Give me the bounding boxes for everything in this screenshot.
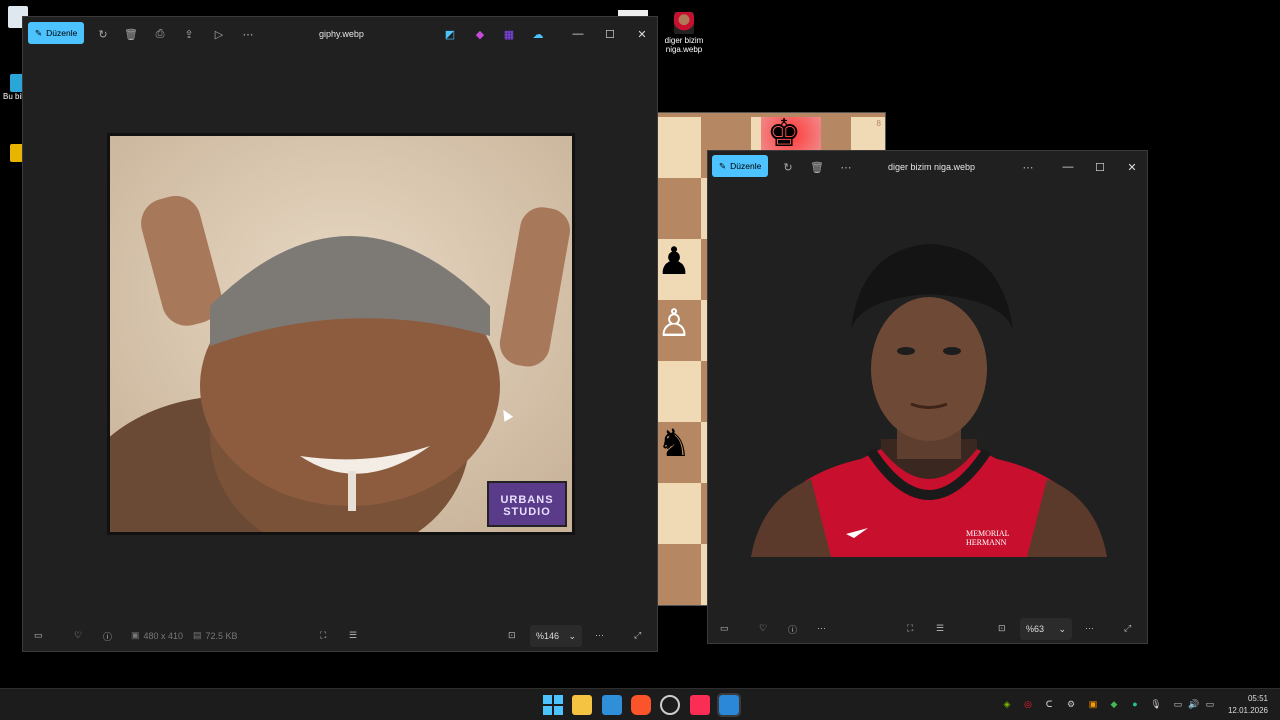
edit-icon: ✎ xyxy=(35,27,43,38)
battery-icon[interactable]: ▭ xyxy=(1204,698,1216,710)
brave-browser-icon[interactable] xyxy=(631,695,651,715)
photos-window-giphy: ✎ Düzenle ↻ 🗑 ⎙ ⇪ ▷ ⋯ giphy.webp ◩ ◆ ▦ ☁… xyxy=(22,16,658,652)
rank-label: 8 xyxy=(876,119,881,128)
rotate-icon[interactable]: ↻ xyxy=(95,26,111,42)
title-bar: ✎ Düzenle ↻ 🗑 ⎙ ⇪ ▷ ⋯ giphy.webp ◩ ◆ ▦ ☁… xyxy=(23,17,657,49)
info-icon[interactable]: ⓘ xyxy=(103,630,112,643)
delete-icon[interactable]: 🗑 xyxy=(123,26,139,42)
file-size: ▤ 72.5 KB xyxy=(193,630,238,641)
fit-window-icon[interactable]: ⊡ xyxy=(508,630,516,641)
fit-window-icon[interactable]: ⊡ xyxy=(998,623,1006,634)
desktop-icon-label: Bu bil xyxy=(2,92,23,101)
black-pawn-icon: ♟ xyxy=(657,241,692,283)
gif-image xyxy=(110,136,572,532)
title-bar: ✎ Düzenle ↻ 🗑 ⋯ diger bizim niga.webp ⋯ … xyxy=(708,151,1147,183)
delete-icon[interactable]: 🗑 xyxy=(809,159,825,175)
photos-app-icon[interactable] xyxy=(602,695,622,715)
desktop-icon-label: diger bizim niga.webp xyxy=(664,36,704,54)
watermark-logo: URBANS STUDIO xyxy=(500,494,554,518)
onedrive-off-icon[interactable]: ☁ xyxy=(530,26,546,42)
text-select-icon[interactable]: ☰ xyxy=(349,630,357,641)
steam-icon[interactable]: ᑕ xyxy=(1043,698,1055,710)
white-pawn-icon: ♙ xyxy=(657,303,692,345)
photos-window-portrait: ✎ Düzenle ↻ 🗑 ⋯ diger bizim niga.webp ⋯ … xyxy=(707,150,1148,644)
edit-button[interactable]: ✎ Düzenle xyxy=(28,22,85,44)
image-viewer: URBANS STUDIO xyxy=(107,133,575,535)
info-icon[interactable]: ⓘ xyxy=(788,623,797,636)
date-text: 12.01.2026 xyxy=(1227,706,1268,715)
copilot-icon[interactable]: ◆ xyxy=(472,26,488,42)
more-icon[interactable]: ⋯ xyxy=(1085,623,1094,634)
face-focus-icon[interactable]: ⛶ xyxy=(907,623,913,634)
more-icon[interactable]: ⋯ xyxy=(817,623,826,634)
fullscreen-icon[interactable]: ⤢ xyxy=(634,630,641,641)
slideshow-icon[interactable]: ▷ xyxy=(211,26,227,42)
chevron-down-icon: ⌄ xyxy=(568,630,576,641)
paint-app-icon[interactable]: ◩ xyxy=(442,26,458,42)
window-title: giphy.webp xyxy=(319,29,364,39)
print-icon[interactable]: ⎙ xyxy=(152,26,168,42)
maximize-icon[interactable]: ☐ xyxy=(602,26,618,42)
black-knight-icon: ♞ xyxy=(657,423,692,465)
zoom-dropdown[interactable]: %63 ⌄ xyxy=(1020,618,1072,640)
fullscreen-icon[interactable]: ⤢ xyxy=(1124,623,1131,634)
status-bar: ▭ ♡ ⓘ ⋯ ⛶ ☰ ⊡ %63 ⌄ ⋯ ⤢ xyxy=(708,613,1147,645)
black-king-icon: ♚ xyxy=(767,113,802,155)
favorite-icon[interactable]: ♡ xyxy=(74,630,82,641)
close-icon[interactable]: ✕ xyxy=(1124,159,1140,175)
time-text: 05:51 xyxy=(1247,694,1268,703)
microphone-icon[interactable]: 🎙 xyxy=(1150,698,1162,710)
shield-icon[interactable]: ◆ xyxy=(1108,698,1120,710)
filmstrip-icon[interactable]: ▭ xyxy=(720,623,729,634)
chevron-down-icon: ⌄ xyxy=(1058,623,1066,634)
filmstrip-icon[interactable]: ▭ xyxy=(34,630,43,641)
jersey-logo-text: MEMORIAL HERMANN xyxy=(966,529,1010,547)
minimize-icon[interactable]: — xyxy=(1060,159,1076,175)
clipchamp-icon[interactable]: ▦ xyxy=(501,26,517,42)
settings-icon[interactable]: ⚙ xyxy=(1065,698,1077,710)
edit-icon: ✎ xyxy=(719,160,727,171)
file-explorer-icon[interactable] xyxy=(572,695,592,715)
app-tray-icon[interactable]: ▣ xyxy=(1087,698,1099,710)
image-thumbnail-icon xyxy=(674,12,694,34)
more-icon[interactable]: ⋯ xyxy=(240,26,256,42)
text-select-icon[interactable]: ☰ xyxy=(936,623,944,634)
window-title: diger bizim niga.webp xyxy=(888,162,976,172)
music-app-icon[interactable] xyxy=(690,695,710,715)
status-bar: ▭ ♡ ⓘ ▣ 480 x 410 ▤ 72.5 KB ⛶ ☰ ⊡ %146 ⌄… xyxy=(23,620,657,652)
maximize-icon[interactable]: ☐ xyxy=(1092,159,1108,175)
volume-icon[interactable]: 🔊 xyxy=(1188,698,1200,710)
disk-icon: ▤ xyxy=(193,630,202,640)
chess-square xyxy=(657,361,701,422)
chess-app-icon[interactable] xyxy=(660,695,680,715)
favorite-icon[interactable]: ♡ xyxy=(759,623,767,634)
edit-button[interactable]: ✎ Düzenle xyxy=(712,155,769,177)
dimensions-icon: ▣ xyxy=(131,630,140,640)
paint-app-icon[interactable] xyxy=(717,693,741,717)
minimize-icon[interactable]: — xyxy=(570,26,586,42)
chess-square xyxy=(657,178,701,239)
desktop-icon-image-file[interactable]: diger bizim niga.webp xyxy=(660,12,708,54)
more-icon[interactable]: ⋯ xyxy=(1020,159,1036,175)
taskbar: ◈ ◎ ᑕ ⚙ ▣ ◆ ● 🎙 ▭ 🔊 ▭ 05:51 12.01.2026 xyxy=(0,688,1280,720)
more-icon[interactable]: ⋯ xyxy=(838,159,854,175)
opera-icon[interactable]: ◎ xyxy=(1022,698,1034,710)
network-icon[interactable]: ▭ xyxy=(1172,698,1184,710)
image-dimensions: ▣ 480 x 410 xyxy=(131,630,184,641)
start-icon[interactable] xyxy=(543,695,563,715)
nvidia-icon[interactable]: ◈ xyxy=(1001,698,1013,710)
system-clock[interactable]: 05:51 12.01.2026 xyxy=(1228,693,1268,717)
close-icon[interactable]: ✕ xyxy=(634,26,650,42)
chess-square xyxy=(657,117,701,178)
vpn-icon[interactable]: ● xyxy=(1129,698,1141,710)
rotate-icon[interactable]: ↻ xyxy=(780,159,796,175)
portrait-image xyxy=(751,244,1107,557)
more-icon[interactable]: ⋯ xyxy=(595,630,604,641)
share-icon[interactable]: ⇪ xyxy=(181,26,197,42)
chess-square xyxy=(657,483,701,544)
chess-square xyxy=(657,544,701,605)
face-focus-icon[interactable]: ⛶ xyxy=(320,630,326,641)
zoom-dropdown[interactable]: %146 ⌄ xyxy=(530,625,582,647)
